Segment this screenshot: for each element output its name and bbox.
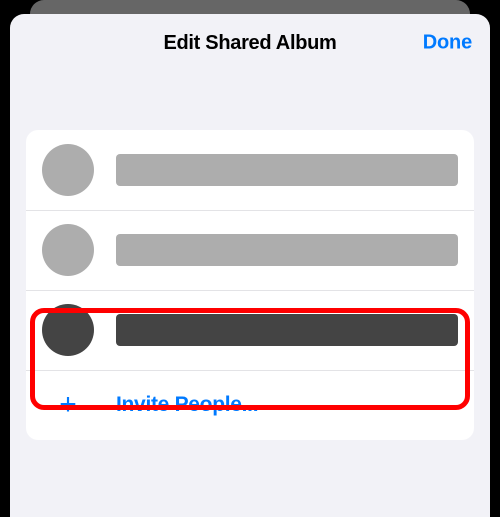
avatar (42, 304, 94, 356)
sheet-header: Edit Shared Album Done (10, 14, 490, 72)
subscriber-name-redacted (116, 154, 458, 186)
subscriber-row[interactable] (26, 210, 474, 290)
invite-people-label: Invite People... (116, 393, 258, 417)
subscriber-name-redacted (116, 234, 458, 266)
edit-shared-album-sheet: Edit Shared Album Done + Invite People..… (10, 14, 490, 517)
subscriber-row[interactable] (26, 290, 474, 370)
avatar (42, 144, 94, 196)
subscriber-row[interactable] (26, 130, 474, 210)
plus-icon: + (42, 388, 94, 422)
subscriber-name-redacted (116, 314, 458, 346)
page-title: Edit Shared Album (163, 32, 336, 55)
avatar (42, 224, 94, 276)
done-button[interactable]: Done (423, 32, 472, 55)
subscribers-list: + Invite People... (26, 130, 474, 440)
invite-people-button[interactable]: + Invite People... (26, 370, 474, 440)
